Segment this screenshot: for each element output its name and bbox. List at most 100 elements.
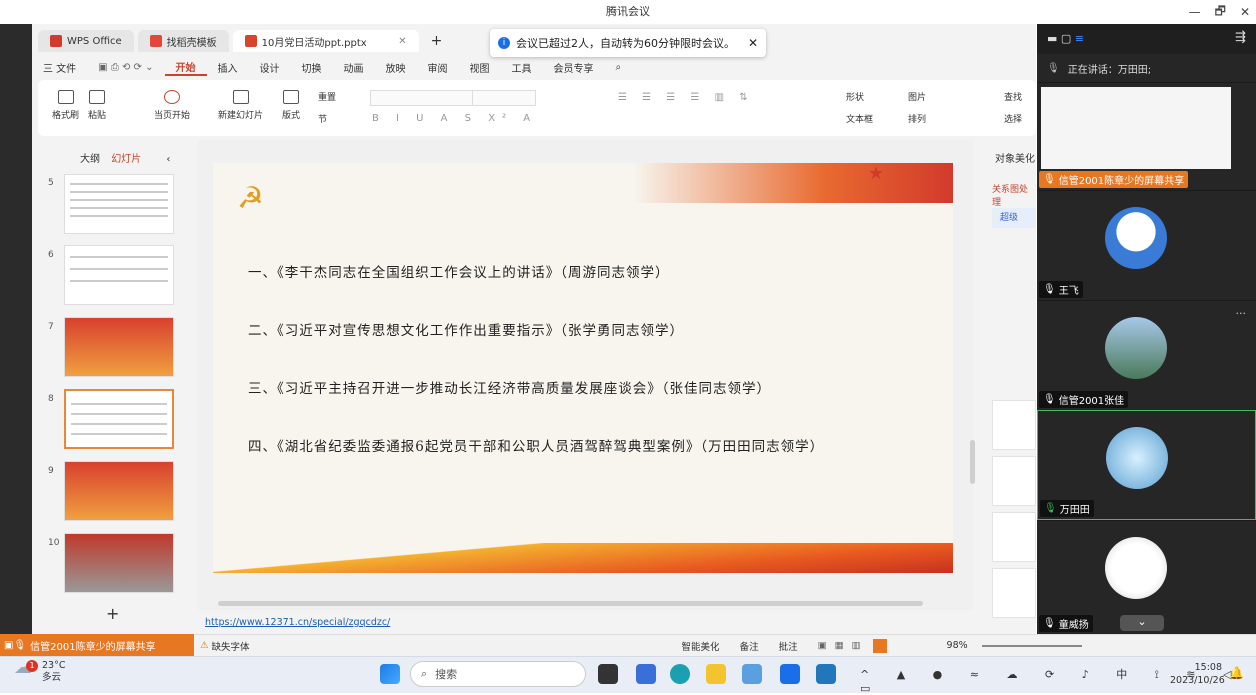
template-card[interactable] <box>992 512 1036 562</box>
zoom-slider[interactable] <box>981 644 1082 647</box>
picture-button[interactable]: 图片 <box>908 90 926 103</box>
template-card[interactable] <box>992 568 1036 618</box>
canvas-hscroll[interactable] <box>218 601 923 606</box>
share-badge[interactable]: ▣🎙 信管2001陈章少的屏幕共享 <box>0 634 194 656</box>
tab-outline[interactable]: 大纲 <box>80 154 100 165</box>
menu-transition[interactable]: 切换 <box>291 60 333 75</box>
notification-icon[interactable]: 🔔 <box>1229 666 1244 680</box>
current-slide[interactable]: ☭ ★ 一、《李干杰同志在全国组织工作会议上的讲话》（周游同志领学） 二、《习近… <box>213 163 953 573</box>
template-card[interactable] <box>992 456 1036 506</box>
file-menu[interactable]: 三 文件 <box>32 60 87 75</box>
meeting-toast: i 会议已超过2人，自动转为60分钟限时会议。 ✕ <box>490 29 766 57</box>
play-slideshow-button[interactable] <box>872 638 887 653</box>
explorer-icon[interactable] <box>706 664 726 684</box>
template-card[interactable] <box>992 400 1036 450</box>
slide-top-banner <box>633 163 953 203</box>
missing-font[interactable]: 缺失字体 <box>212 639 250 653</box>
menu-member[interactable]: 会员专享 <box>543 60 605 75</box>
menu-home[interactable]: 开始 <box>164 59 207 76</box>
paste-icon <box>89 90 105 104</box>
paragraph-tools[interactable]: ☰ ☰ ☰ ☰ ▥ ⇅ <box>618 92 754 103</box>
text-box-button[interactable]: 文本框 <box>846 112 873 125</box>
paste-button[interactable]: 粘贴 <box>88 90 106 121</box>
slide-thumbnail-10[interactable] <box>64 533 174 593</box>
participant-tile-speaking[interactable]: 🎙 万田田 <box>1037 410 1256 520</box>
quick-tools[interactable]: ▣ ⎙ ⟲ ⟳ ⌄ <box>87 62 164 73</box>
restore-button[interactable]: 🗗 <box>1215 2 1226 23</box>
minimize-button[interactable]: — <box>1189 5 1201 19</box>
pane-subtab[interactable]: 关系图处理 <box>992 182 1036 208</box>
scroll-down-button[interactable]: ⌄ <box>1120 615 1164 631</box>
meeting-header: ▬ ▢ ≡ ⇶ <box>1037 24 1256 54</box>
slide-number: 9 <box>48 466 54 476</box>
search-icon[interactable]: ⌕ <box>605 62 633 73</box>
brush-icon <box>57 90 74 104</box>
text-format-tools[interactable]: B I U A S X² A <box>372 113 537 124</box>
close-tab-icon[interactable]: ✕ <box>398 36 406 47</box>
clock[interactable]: 15:08 2023/10/26 <box>1170 661 1225 687</box>
section-button[interactable]: 节 <box>318 112 327 125</box>
participant-tile[interactable]: ··· 🎙 信管2001张佳 <box>1037 300 1256 410</box>
close-button[interactable]: ✕ <box>1240 5 1250 19</box>
layout-button[interactable]: 版式 <box>282 90 300 121</box>
slide-thumbnail-6[interactable] <box>64 245 174 305</box>
app-icon-2[interactable] <box>816 664 836 684</box>
menu-review[interactable]: 审阅 <box>417 60 459 75</box>
taskbar-search[interactable]: ⌕ 搜索 <box>410 661 586 687</box>
slide-thumbnail-8[interactable] <box>64 389 174 449</box>
warning-icon: ⚠ <box>200 640 209 651</box>
wps-logo-icon <box>50 35 62 47</box>
select-button[interactable]: 选择 <box>1004 112 1022 125</box>
date: 2023/10/26 <box>1170 675 1225 686</box>
slide-thumbnail-5[interactable] <box>64 174 174 234</box>
play-from-current-button[interactable]: 当页开始 <box>154 90 190 121</box>
notes-url[interactable]: https://www.12371.cn/special/zgqcdzc/ <box>205 617 390 628</box>
tab-wps-office[interactable]: WPS Office <box>38 30 134 52</box>
participant-tile-share[interactable]: 🎙 信管2001陈章少的屏幕共享 <box>1037 82 1256 190</box>
shape-button[interactable]: 形状 <box>846 90 864 103</box>
taskview-icon[interactable] <box>598 664 618 684</box>
mic-active-icon: 🎙 <box>1044 503 1057 514</box>
menu-insert[interactable]: 插入 <box>207 60 249 75</box>
weather-widget[interactable]: ☁ 1 23°C 多云 <box>14 659 65 684</box>
add-slide-button[interactable]: + <box>106 604 119 623</box>
arrange-button[interactable]: 排列 <box>908 112 926 125</box>
menu-slideshow[interactable]: 放映 <box>375 60 417 75</box>
toast-close-icon[interactable]: ✕ <box>748 36 758 50</box>
participant-tile[interactable]: ⌄ 🎙 童威扬 <box>1037 520 1256 634</box>
menu-view[interactable]: 视图 <box>459 60 501 75</box>
zoom-level[interactable]: 98% <box>947 640 968 651</box>
slide-number: 8 <box>48 394 54 404</box>
view-buttons[interactable]: ▣▦▥ <box>818 640 869 651</box>
start-icon[interactable] <box>380 664 400 684</box>
comment-toggle[interactable]: 批注 <box>779 639 798 653</box>
tab-templates[interactable]: 找稻壳模板 <box>137 30 229 52</box>
menu-design[interactable]: 设计 <box>249 60 291 75</box>
menu-tools[interactable]: 工具 <box>501 60 543 75</box>
find-button[interactable]: 查找 <box>1004 90 1022 103</box>
store-icon[interactable] <box>636 664 656 684</box>
app-icon[interactable] <box>742 664 762 684</box>
collapse-panel-icon[interactable]: ⇶ <box>1235 30 1246 45</box>
edge-icon[interactable] <box>670 664 690 684</box>
format-painter-button[interactable]: 格式刷 <box>52 90 79 121</box>
super-button[interactable]: 超级 <box>992 208 1036 228</box>
tencent-meeting-icon[interactable] <box>780 664 800 684</box>
tab-slides[interactable]: 幻灯片 <box>111 154 141 165</box>
menu-animation[interactable]: 动画 <box>333 60 375 75</box>
participant-tile[interactable]: 🎙 王飞 <box>1037 190 1256 300</box>
canvas-vscroll[interactable] <box>970 440 975 484</box>
layout-icons[interactable]: ▬ ▢ ≡ <box>1047 32 1084 45</box>
reset-button[interactable]: 重置 <box>318 90 336 103</box>
slide-thumbnail-7[interactable] <box>64 317 174 377</box>
smart-beautify[interactable]: 智能美化 <box>682 639 720 653</box>
notes-toggle[interactable]: 备注 <box>740 639 759 653</box>
more-options-icon[interactable]: ··· <box>1236 307 1247 320</box>
new-tab-button[interactable]: + <box>423 33 451 49</box>
font-size-box[interactable] <box>472 90 536 106</box>
share-icon: ▣🎙 <box>4 639 27 651</box>
tab-pptx[interactable]: 10月党日活动ppt.pptx ✕ <box>232 30 419 52</box>
collapse-pane-icon[interactable]: ‹ <box>166 154 170 165</box>
slide-thumbnail-9[interactable] <box>64 461 174 521</box>
new-slide-button[interactable]: 新建幻灯片 <box>218 90 263 121</box>
